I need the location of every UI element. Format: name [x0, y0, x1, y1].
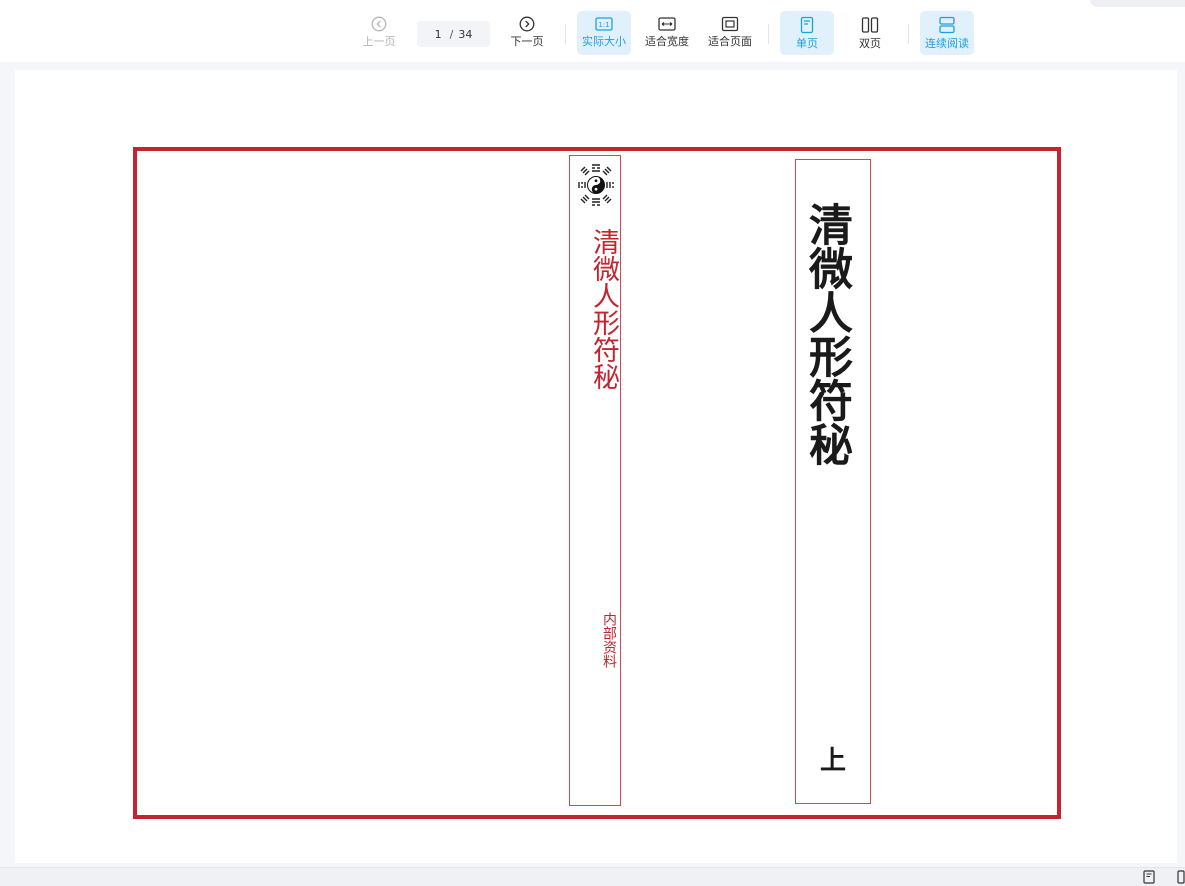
chevron-right-icon [519, 16, 535, 32]
single-page-icon [800, 16, 814, 34]
cover-title: 清微人形符秘 [801, 202, 852, 466]
continuous-reading-button[interactable]: 连续阅读 [920, 11, 974, 55]
fit-width-icon [658, 17, 676, 31]
single-page-label: 单页 [796, 37, 818, 50]
spine-title: 清微人形符秘 [588, 228, 619, 390]
fit-page-button[interactable]: 适合页面 [703, 11, 757, 55]
double-page-icon [861, 17, 879, 33]
fit-page-label: 适合页面 [708, 35, 752, 48]
single-page-button[interactable]: 单页 [780, 11, 834, 55]
fit-width-button[interactable]: 适合宽度 [640, 11, 694, 55]
continuous-reading-label: 连续阅读 [925, 37, 969, 50]
actual-size-button[interactable]: 1:1 实际大小 [577, 11, 631, 55]
continuous-reading-icon [939, 16, 955, 34]
next-page-label: 下一页 [510, 35, 544, 48]
current-page-number[interactable]: 1 [435, 28, 442, 41]
book-spine: 清微人形符秘 内部资料 [569, 155, 621, 806]
double-page-button[interactable]: 双页 [843, 11, 897, 55]
actual-size-icon-text: 1:1 [598, 21, 609, 29]
spine-subtitle: 内部资料 [601, 612, 617, 668]
prev-page-button[interactable]: 上一页 [352, 11, 406, 55]
page-separator: / [449, 27, 454, 41]
status-bar [0, 867, 1185, 886]
actual-size-icon: 1:1 [595, 17, 613, 31]
single-page-view-icon[interactable] [1142, 870, 1156, 884]
double-page-view-icon[interactable] [1176, 870, 1185, 884]
fit-width-label: 适合宽度 [645, 35, 689, 48]
taiji-bagua-icon [578, 164, 614, 206]
toolbar-divider [768, 24, 769, 44]
fit-page-icon [721, 16, 739, 32]
window-corner-tab [1090, 0, 1185, 7]
double-page-label: 双页 [859, 37, 881, 50]
prev-page-label: 上一页 [362, 35, 396, 48]
toolbar-divider [565, 24, 566, 44]
next-page-button[interactable]: 下一页 [500, 11, 554, 55]
chevron-left-icon [371, 16, 387, 32]
total-page-number: 34 [458, 27, 473, 41]
toolbar: 上一页 1 / 34 下一页 1:1 实际大小 适合宽度 适合页面 单页 双页 … [0, 0, 1185, 62]
toolbar-divider [908, 24, 909, 44]
cover-title-label: 清微人形符秘 上 [795, 159, 871, 804]
cover-volume: 上 [819, 746, 846, 776]
page-indicator[interactable]: 1 / 34 [417, 21, 490, 47]
actual-size-label: 实际大小 [582, 35, 626, 48]
